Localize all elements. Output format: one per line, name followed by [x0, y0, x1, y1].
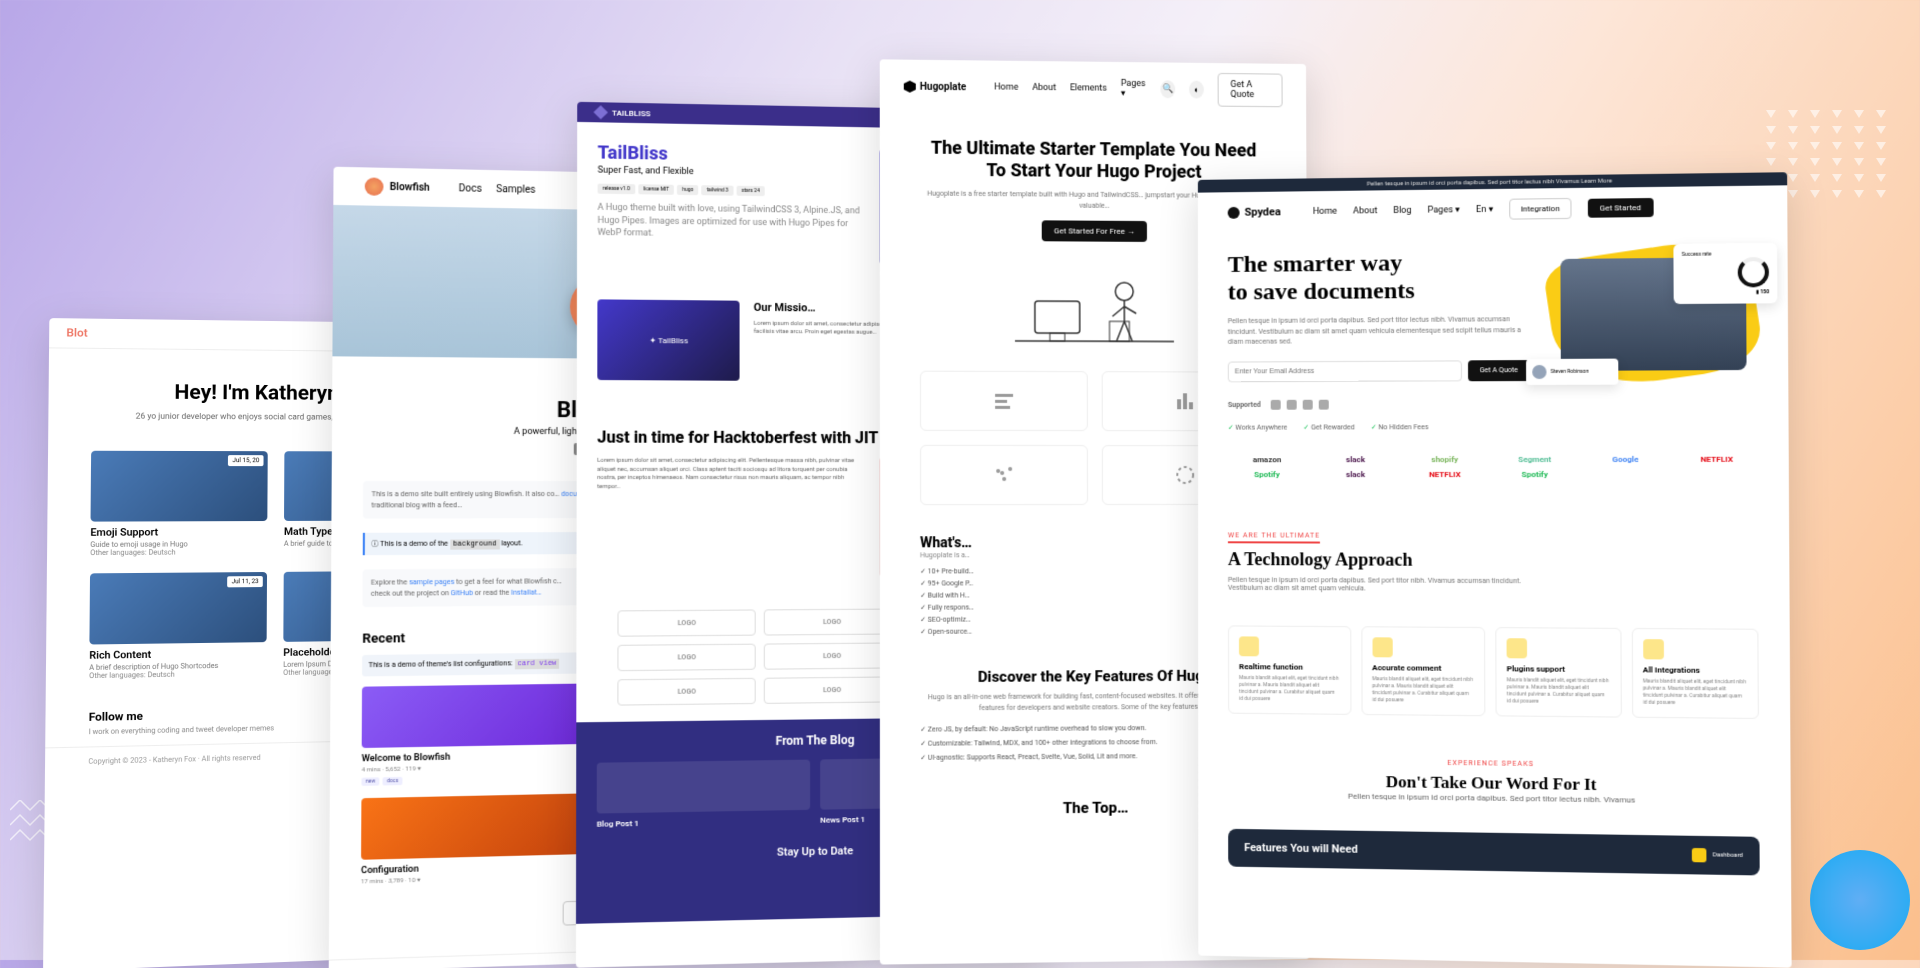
nav-elements[interactable]: Elements [1070, 83, 1107, 93]
hero-image: Success rate▮ 150 Steven Robinson [1550, 247, 1757, 381]
github-link[interactable]: GitHub [451, 588, 473, 596]
nav-samples[interactable]: Samples [496, 184, 535, 196]
quote-button[interactable]: Get A Quote [1218, 73, 1283, 107]
install-link[interactable]: Installat… [511, 588, 541, 596]
brand-grid: amazon slack shopify Segment Google NETFLIX Sp… [1198, 444, 1789, 503]
hexagon-icon [904, 81, 916, 93]
hero-title: TailBliss [598, 142, 864, 167]
get-started-button[interactable]: Get Started For Free → [1042, 221, 1147, 243]
brand-logo: shopify [1405, 455, 1484, 464]
blot-logo[interactable]: Blot [66, 326, 87, 339]
logo-grid: LOGOLOGO LOGOLOGO LOGOLOGO [597, 593, 920, 723]
blowfish-logo[interactable]: Blowfish [365, 177, 430, 196]
sample-pages-link[interactable]: sample pages [409, 578, 454, 586]
brand-logo: NETFLIX [1676, 454, 1757, 463]
spydea-theme-card: Pellen tesque in ipsum id orci porta dap… [1198, 172, 1792, 968]
nav-docs[interactable]: Docs [459, 183, 482, 194]
dropbox-icon [1287, 400, 1297, 410]
hero-description: A Hugo theme built with love, using Tail… [597, 202, 863, 243]
feature-card: Accurate commentMauris blandit aliquet e… [1361, 626, 1485, 716]
post-card[interactable]: Configuration17 mins · 3,789 · 10 ♥ [361, 793, 594, 889]
hero-title: The smarter wayto save documents [1228, 249, 1530, 306]
circle-decoration [1810, 850, 1910, 950]
supported-row: Supported [1198, 390, 1789, 418]
post-card[interactable]: Welcome to Blowfish4 mins · 5,652 · 119 … [361, 683, 593, 785]
brand-logo: slack [1316, 455, 1395, 464]
blowfish-icon [365, 177, 384, 195]
gem-icon [593, 105, 607, 119]
feature-checks: Works AnywhereGet RewardedNo Hidden Fees [1198, 416, 1789, 445]
post-tile[interactable]: Jul 11, 23Rich ContentA brief descriptio… [89, 572, 267, 680]
success-rate-chip: Success rate▮ 150 [1673, 243, 1777, 304]
nav-pages[interactable]: Pages ▾ [1428, 205, 1460, 215]
nav-about[interactable]: About [1032, 83, 1056, 93]
brand-logo: Google [1585, 455, 1666, 464]
brand-logo: slack [1316, 470, 1395, 479]
badge-row: release v1.0license MIThugotailwind 3sta… [598, 184, 864, 198]
nav-blog[interactable]: Blog [1393, 205, 1411, 215]
feature-card: All IntegrationsMauris blandit aliquet e… [1631, 628, 1759, 719]
search-icon[interactable]: 🔍 [1161, 80, 1176, 98]
hero-subtitle: Super Fast, and Flexible [598, 166, 864, 180]
user-chip: Steven Robinson [1526, 358, 1618, 384]
mission-image: ✦ TailBliss [597, 299, 739, 380]
hero-title: The Ultimate Starter Template You Need T… [920, 138, 1267, 184]
nav-home[interactable]: Home [1313, 206, 1337, 216]
logo-icon [1228, 206, 1240, 218]
dashboard-card: Features You will Need Dashboard [1228, 828, 1760, 875]
tech-subtitle: Pellen tesque in ipsum id orci porta dap… [1228, 576, 1531, 593]
hashicorp-icon [1303, 399, 1313, 409]
get-quote-button[interactable]: Get A Quote [1468, 360, 1531, 381]
nav-home[interactable]: Home [994, 83, 1018, 93]
brand-logo: amazon [1228, 455, 1306, 464]
nav-language[interactable]: En ▾ [1476, 204, 1493, 214]
brand-logo: Segment [1495, 455, 1575, 464]
hugoplate-logo[interactable]: Hugoplate [904, 81, 966, 94]
post-tile[interactable]: Jul 15, 20Emoji SupportGuide to emoji us… [90, 451, 268, 557]
feature-card: Realtime functionMauris blandit aliquet … [1228, 625, 1351, 714]
hero-illustration [995, 261, 1194, 362]
hero-subtitle: Pellen tesque in ipsum id orci porta dap… [1228, 314, 1530, 347]
eyebrow-label: EXPERIENCE SPEAKS [1447, 759, 1534, 768]
feature-card: Plugins supportMauris blandit aliquet el… [1495, 627, 1621, 718]
email-input[interactable] [1228, 360, 1462, 382]
blog-post-card[interactable]: Blog Post 1 [597, 760, 810, 829]
eyebrow-label: WE ARE THE ULTIMATE [1228, 531, 1320, 543]
windows-icon [1271, 400, 1281, 410]
hacktober-text: Lorem ipsum dolor sit amet, consectetur … [597, 457, 864, 578]
dashboard-icon [1692, 848, 1707, 862]
theme-toggle-icon[interactable]: ◐ [1189, 81, 1204, 99]
brand-logo: Spotify [1228, 470, 1306, 479]
tech-heading: A Technology Approach [1228, 549, 1758, 572]
nav-pages[interactable]: Pages ▾ [1121, 79, 1147, 99]
get-started-button[interactable]: Get Started [1587, 198, 1653, 218]
brand-logo: Spotify [1495, 470, 1575, 479]
nav-about[interactable]: About [1353, 206, 1377, 216]
integration-button[interactable]: Integration [1509, 198, 1571, 220]
android-icon [1319, 399, 1329, 409]
logo-placeholder: LOGO [617, 610, 755, 637]
spydea-logo[interactable]: Spydea [1228, 205, 1281, 218]
brand-logo: NETFLIX [1405, 470, 1485, 479]
